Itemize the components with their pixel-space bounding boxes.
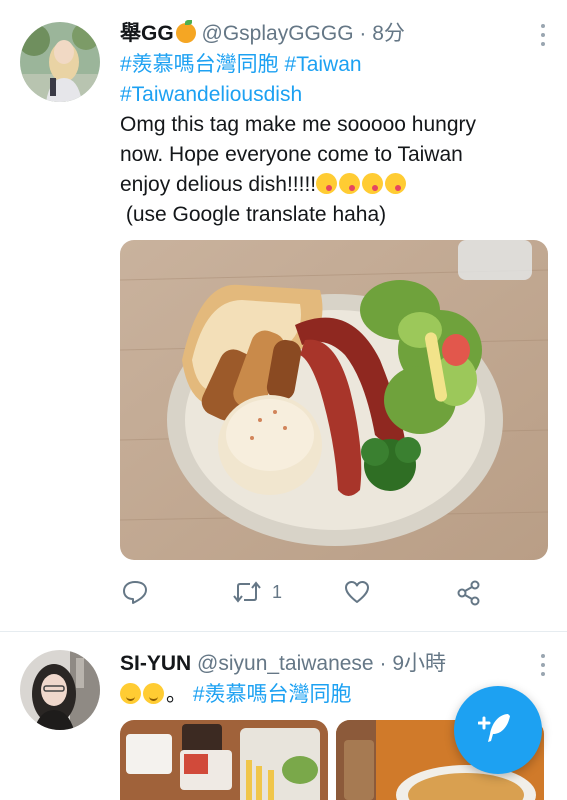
retweet-icon [232,580,262,604]
compose-tweet-button[interactable] [454,686,542,774]
like-icon [344,580,370,604]
avatar[interactable] [20,650,100,730]
handle[interactable]: @siyun_taiwanese [197,652,374,675]
text-suffix: 。 [166,683,187,706]
tweet[interactable]: 舉GG @GsplayGGGG · 8分 #羨慕嗎台灣同胞 #Taiwan #T… [0,0,567,632]
tweet-photo[interactable] [120,240,548,560]
separator: · [379,652,387,675]
display-name[interactable]: SI-YUN [120,652,191,675]
tweet-text: #羨慕嗎台灣同胞 #Taiwan #Taiwandeliousdish Omg … [120,50,550,230]
tweet-header: SI-YUN @siyun_taiwanese · 9小時 [120,650,553,680]
handle[interactable]: @GsplayGGGG [202,22,354,45]
more-options-icon[interactable] [533,654,553,676]
timestamp[interactable]: 9小時 [392,652,446,675]
more-options-icon[interactable] [533,24,553,46]
tweet-header: 舉GG @GsplayGGGG · 8分 [120,20,553,50]
hashtag[interactable]: #羨慕嗎台灣同胞 [120,53,279,76]
text-line: now. Hope everyone come to Taiwan [120,143,463,166]
hashtag[interactable]: #羨慕嗎台灣同胞 [193,683,352,706]
text-line: Omg this tag make me sooooo hungry [120,113,477,136]
face-savoring-food-emoji-icon [316,173,338,194]
text-line: (use Google translate haha) [120,203,387,226]
like-button[interactable] [344,580,370,604]
share-button[interactable] [456,580,482,606]
tangerine-emoji-icon [175,20,196,43]
face-savoring-food-emoji-icon [339,173,361,194]
tweet-actions: 1 [120,560,548,624]
face-savoring-food-emoji-icon [362,173,384,194]
reply-button[interactable] [122,580,148,604]
display-name[interactable]: 舉GG [120,22,174,45]
hashtag[interactable]: #Taiwan [285,53,362,76]
separator: · [359,22,367,45]
tweet-photo[interactable] [120,720,328,800]
relieved-face-emoji-icon [143,683,164,704]
retweet-button[interactable]: 1 [232,580,282,604]
reply-icon [122,580,148,604]
timestamp[interactable]: 8分 [372,22,405,45]
hashtag[interactable]: #Taiwandeliousdish [120,83,302,106]
relieved-face-emoji-icon [120,683,141,704]
face-savoring-food-emoji-icon [385,173,407,194]
compose-tweet-icon [477,708,518,753]
retweet-count: 1 [272,581,283,602]
avatar[interactable] [20,22,100,102]
text-line: enjoy delious dish!!!!! [120,173,317,196]
share-icon [456,580,482,606]
